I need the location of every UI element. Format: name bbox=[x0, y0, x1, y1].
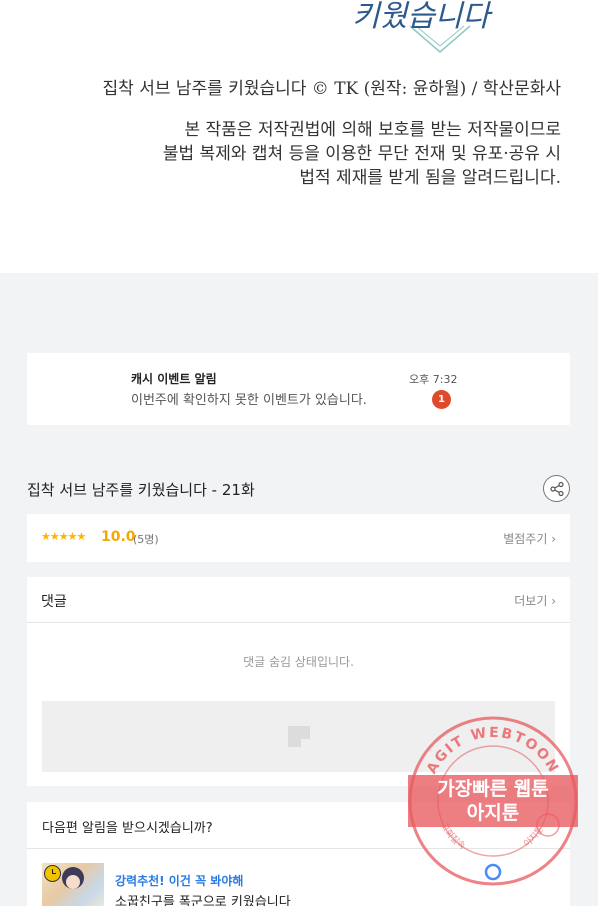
rating-score: 10.0 bbox=[101, 529, 136, 545]
recommend-tag: 강력추천! 이건 꼭 봐야해 bbox=[115, 874, 244, 888]
clock-icon bbox=[44, 865, 61, 882]
watermark-line2: 아지툰 bbox=[466, 802, 520, 824]
rate-button[interactable]: 별점주기 › bbox=[503, 530, 556, 547]
rating-count: (5명) bbox=[133, 533, 159, 546]
next-episode-question: 다음편 알림을 받으시겠습니까? bbox=[42, 821, 213, 836]
title-logo: 키웠습니다 bbox=[352, 0, 493, 53]
cash-event-message: 이번주에 확인하지 못한 이벤트가 있습니다. bbox=[131, 393, 367, 408]
image-placeholder-icon bbox=[288, 726, 310, 747]
notice-line: 법적 제재를 받게 됨을 알려드립니다. bbox=[299, 168, 561, 188]
notice-line: 본 작품은 저작권법에 의해 보호를 받는 저작물이므로 bbox=[184, 120, 561, 140]
star-rating: ★★★★★ bbox=[41, 530, 86, 543]
share-icon bbox=[550, 481, 564, 497]
share-button[interactable] bbox=[543, 475, 570, 502]
recommend-thumbnail[interactable] bbox=[42, 863, 104, 906]
cash-event-notification[interactable]: 캐시 이벤트 알림 오후 7:32 이번주에 확인하지 못한 이벤트가 있습니다… bbox=[27, 353, 570, 425]
unread-badge: 1 bbox=[432, 390, 451, 409]
cash-event-title: 캐시 이벤트 알림 bbox=[131, 372, 217, 386]
episode-title: 집착 서브 남주를 키웠습니다 - 21화 bbox=[27, 481, 255, 499]
copyright-text: 집착 서브 남주를 키웠습니다 © TK (원작: 윤하월) / 학산문화사 bbox=[102, 79, 561, 99]
watermark-banner: 가장빠른 웹툰 아지툰 bbox=[408, 775, 578, 827]
rating-card: ★★★★★ 10.0 (5명) 별점주기 › bbox=[27, 514, 570, 562]
title-logo-text: 키웠습니다 bbox=[352, 0, 493, 34]
cash-event-time: 오후 7:32 bbox=[409, 373, 458, 386]
copyright-notice: 본 작품은 저작권법에 의해 보호를 받는 저작물이므로 불법 복제와 캡쳐 등… bbox=[163, 118, 561, 190]
comments-header: 댓글 더보기 › bbox=[27, 577, 570, 623]
comments-title: 댓글 bbox=[41, 594, 67, 610]
comments-hidden-message: 댓글 숨김 상태입니다. bbox=[243, 655, 354, 669]
recommend-title[interactable]: 소꿉친구를 폭군으로 키웠습니다 bbox=[115, 891, 291, 906]
more-comments-button[interactable]: 더보기 › bbox=[514, 592, 556, 609]
notice-line: 불법 복제와 캡쳐 등을 이용한 무단 전재 및 유포·공유 시 bbox=[162, 144, 561, 164]
comic-footer-panel: 키웠습니다 집착 서브 남주를 키웠습니다 © TK (원작: 윤하월) / 학… bbox=[0, 0, 598, 273]
watermark-line1: 가장빠른 웹툰 bbox=[437, 778, 549, 800]
